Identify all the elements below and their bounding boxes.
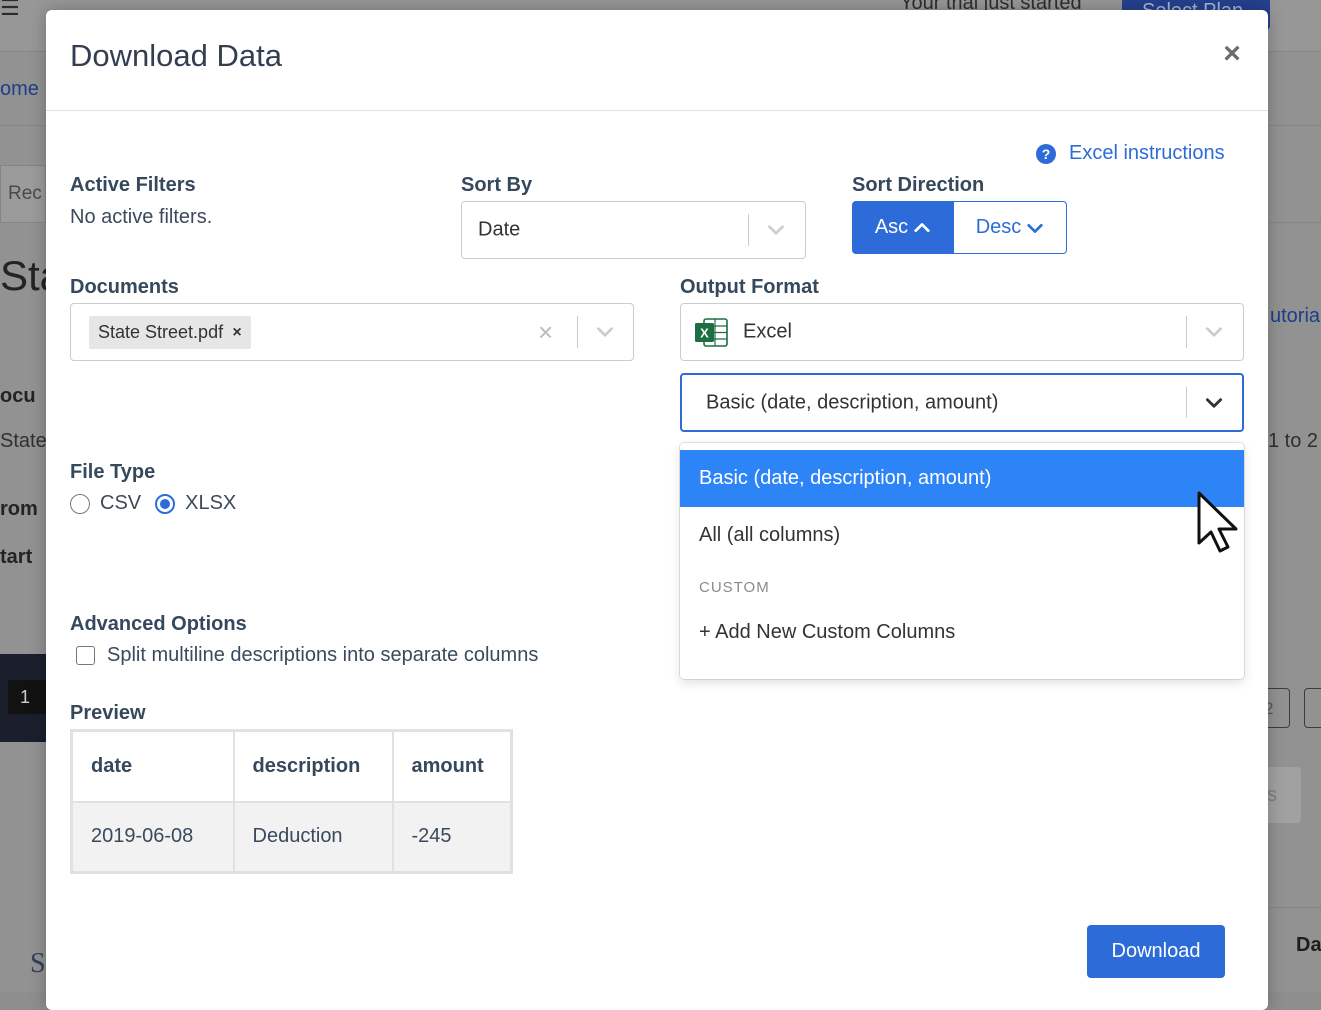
column-set-value: Basic (date, description, amount) [706,391,999,413]
clear-icon[interactable]: × [538,317,553,348]
add-custom-columns-option[interactable]: + Add New Custom Columns [680,604,1244,661]
excel-instructions-label: Excel instructions [1069,142,1225,164]
background-tab-label: Rec [8,183,42,204]
sort-desc-label: Desc [975,216,1022,238]
background-tutorial-link: utoria [1270,305,1321,327]
breadcrumb-home: ome [0,78,39,100]
preview-cell-amount: -245 [391,800,513,874]
chevron-up-icon [914,222,930,232]
select-separator [748,214,749,246]
csv-radio[interactable] [70,493,90,514]
split-multiline-label: Split multiline descriptions into separa… [107,644,539,666]
dropdown-group-custom: CUSTOM [699,579,770,596]
sort-by-select[interactable]: Date [461,201,806,259]
excel-icon: X [695,318,728,347]
preview-cell-date: 2019-06-08 [70,800,235,874]
xlsx-radio[interactable] [155,493,176,514]
sort-direction-toggle: Asc Desc [852,201,1067,254]
download-data-modal: Download Data × ? Excel instructions Act… [46,10,1268,1010]
chevron-down-icon [1206,327,1222,337]
chevron-down-icon [1205,397,1223,408]
preview-header-row: date description amount [70,729,513,803]
question-circle-icon: ? [1036,143,1056,164]
chevron-down-icon [1027,223,1043,233]
background-documents-label: ocu [0,385,36,407]
remove-tag-icon[interactable]: × [223,324,251,342]
close-button[interactable]: × [1216,38,1248,72]
background-range-text: 1 to 2 [1268,430,1319,452]
background-from-label: rom [0,498,38,520]
background-start-label: tart [0,546,33,568]
modal-title: Download Data [70,38,282,73]
column-set-select[interactable]: Basic (date, description, amount) [680,373,1244,432]
select-separator [1186,387,1187,418]
document-tag: State Street.pdf × [89,316,252,349]
file-type-radio-group: CSV XLSX [70,492,236,515]
download-button[interactable]: Download [1087,925,1225,978]
background-footer-logo: S [30,948,46,979]
sort-direction-label: Sort Direction [852,174,985,196]
sort-by-value: Date [478,218,521,241]
background-state-text: State [0,430,47,452]
sort-asc-button[interactable]: Asc [852,201,954,254]
split-multiline-option: Split multiline descriptions into separa… [76,644,538,667]
preview-label: Preview [70,702,146,724]
document-tag-label: State Street.pdf [98,322,224,342]
chevron-down-icon[interactable] [594,321,616,343]
sort-asc-label: Asc [874,216,909,238]
chevron-down-icon [768,225,784,235]
mouse-pointer-icon [1197,491,1238,553]
preview-cell-description: Deduction [232,800,394,874]
output-format-label: Output Format [680,276,819,298]
dropdown-option-basic[interactable]: Basic (date, description, amount) [680,450,1244,507]
preview-header-description: description [232,729,394,803]
background-date-header: Da [1296,934,1321,956]
active-filters-value: No active filters. [70,206,213,228]
xlsx-radio-label: XLSX [185,492,237,514]
background-divider [1268,907,1321,908]
background-page-number: 1 [8,680,46,714]
documents-select[interactable]: State Street.pdf × × [70,303,634,361]
modal-header: Download Data × [46,10,1268,111]
output-format-value: Excel [743,320,792,343]
preview-header-date: date [70,729,235,803]
dropdown-option-all[interactable]: All (all columns) [680,507,1244,564]
csv-radio-label: CSV [100,492,142,514]
select-separator [1186,316,1187,348]
svg-text:X: X [700,326,709,341]
background-pagination-button [1304,688,1321,728]
sort-desc-button[interactable]: Desc [954,201,1067,254]
table-row: 2019-06-08 Deduction -245 [70,800,513,874]
select-separator [577,316,578,348]
hamburger-menu-icon: ☰ [0,0,20,20]
column-set-dropdown: Basic (date, description, amount) All (a… [680,443,1244,679]
sort-by-label: Sort By [461,174,533,196]
output-format-select[interactable]: X Excel [680,303,1244,361]
active-filters-label: Active Filters [70,174,196,196]
preview-header-amount: amount [391,729,513,803]
excel-instructions-link[interactable]: ? Excel instructions [1036,142,1225,165]
file-type-label: File Type [70,461,156,483]
documents-label: Documents [70,276,179,298]
advanced-options-label: Advanced Options [70,613,247,635]
preview-table: date description amount 2019-06-08 Deduc… [70,729,513,874]
split-multiline-checkbox[interactable] [76,646,95,665]
